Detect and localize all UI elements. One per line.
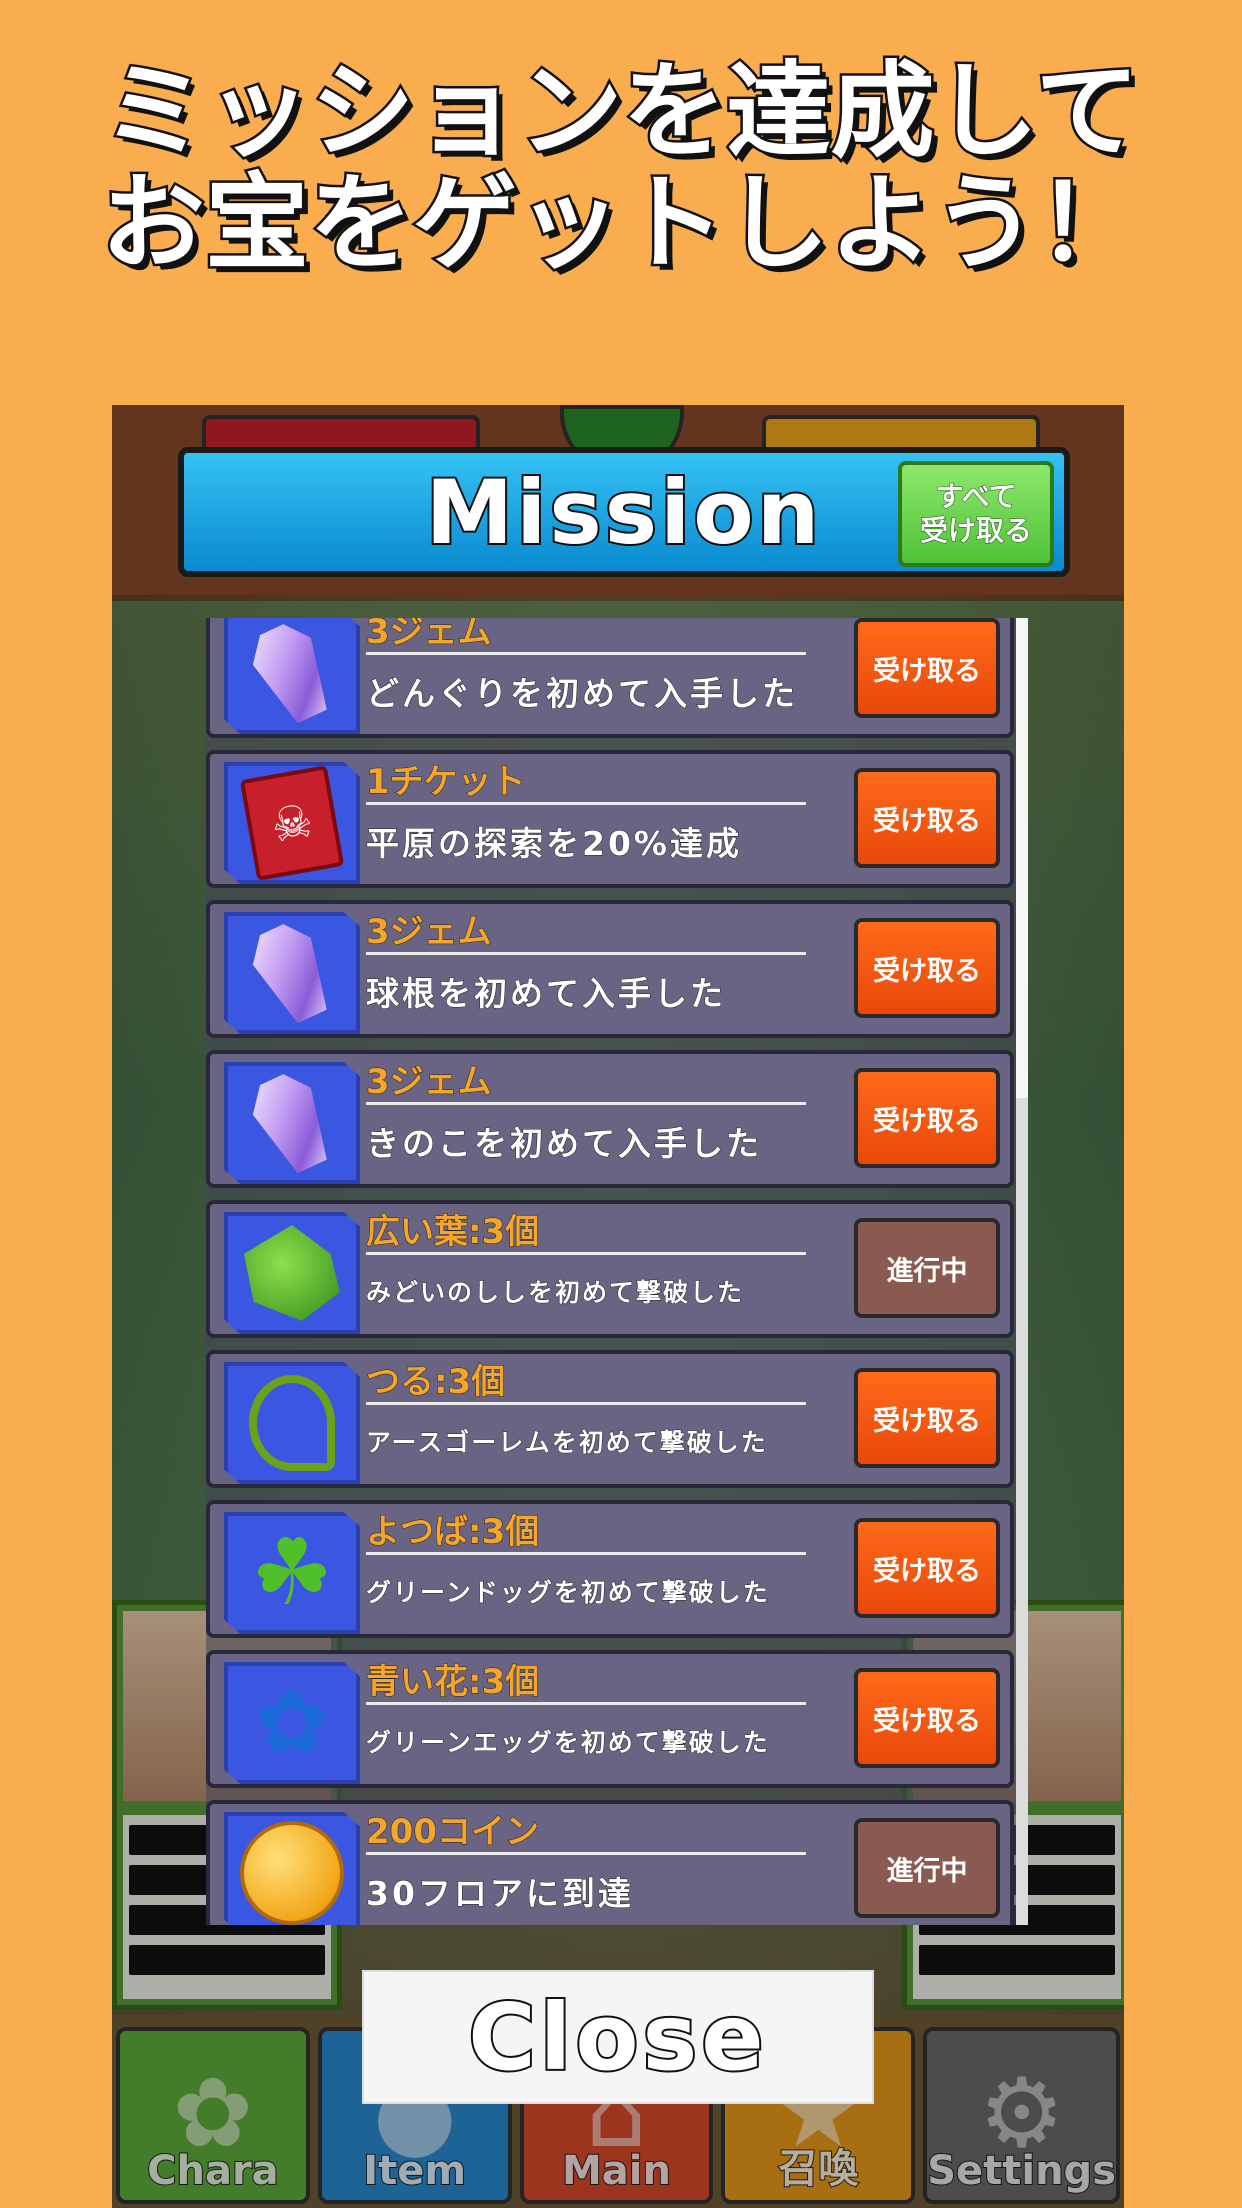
claim-button[interactable]: 受け取る [854, 918, 1000, 1018]
mission-reward: 青い花:3個 [366, 1654, 806, 1705]
headline-line-1: ミッションを達成して [100, 50, 1142, 172]
mission-reward: よつば:3個 [366, 1504, 806, 1555]
mission-description: 30フロアに到達 [366, 1874, 634, 1914]
coin-icon [240, 1821, 344, 1925]
mission-row: 3ジェム どんぐりを初めて入手した 受け取る [206, 618, 1014, 738]
gem-icon [243, 1066, 342, 1180]
mission-description: グリーンエッグを初めて撃破した [366, 1728, 770, 1758]
reward-icon-frame [224, 1362, 360, 1484]
claim-button[interactable]: 受け取る [854, 1068, 1000, 1168]
claim-button[interactable]: 受け取る [854, 1518, 1000, 1618]
mission-description: どんぐりを初めて入手した [366, 674, 798, 714]
claim-button[interactable]: 受け取る [854, 618, 1000, 718]
mission-row: ✿ 青い花:3個 グリーンエッグを初めて撃破した 受け取る [206, 1650, 1014, 1788]
claim-button[interactable]: 受け取る [854, 1368, 1000, 1468]
ticket-icon: ☠ [239, 765, 345, 881]
flower-icon: ✿ [255, 1673, 329, 1773]
mission-reward: 3ジェム [366, 618, 806, 655]
mission-row: 200コイン 30フロアに到達 進行中 [206, 1800, 1014, 1925]
reward-icon-frame: ✿ [224, 1662, 360, 1784]
mission-row: 広い葉:3個 みどいのししを初めて撃破した 進行中 [206, 1200, 1014, 1338]
headline-line-2: お宝をゲットしよう！ [98, 162, 1143, 284]
gem-icon [243, 916, 342, 1030]
reward-icon-frame [224, 618, 360, 734]
mission-description: グリーンドッグを初めて撃破した [366, 1578, 770, 1608]
mission-row: ☘ よつば:3個 グリーンドッグを初めて撃破した 受け取る [206, 1500, 1014, 1638]
in-progress-button: 進行中 [854, 1218, 1000, 1318]
mission-description: きのこを初めて入手した [366, 1124, 762, 1164]
reward-icon-frame [224, 1062, 360, 1184]
scrollbar-thumb[interactable] [1016, 618, 1028, 1098]
mission-description: アースゴーレムを初めて撃破した [366, 1428, 768, 1458]
reward-icon-frame: ☘ [224, 1512, 360, 1634]
mission-reward: 3ジェム [366, 1054, 806, 1105]
reward-icon-frame: ☠ [224, 762, 360, 884]
reward-icon-frame [224, 912, 360, 1034]
claim-button[interactable]: 受け取る [854, 768, 1000, 868]
mission-reward: つる:3個 [366, 1354, 806, 1405]
mission-row: 3ジェム 球根を初めて入手した 受け取る [206, 900, 1014, 1038]
mission-reward: 3ジェム [366, 904, 806, 955]
promo-headline: ミッションを達成して お宝をゲットしよう！ [0, 50, 1242, 284]
reward-icon-frame [224, 1212, 360, 1334]
mission-description: みどいのししを初めて撃破した [366, 1278, 745, 1308]
claim-all-label-line2: 受け取る [919, 514, 1032, 548]
clover-icon: ☘ [250, 1519, 334, 1626]
leaf-icon [244, 1225, 340, 1321]
mission-list[interactable]: 3ジェム どんぐりを初めて入手した 受け取る ☠ 1チケット 平原の探索を20%… [206, 618, 1028, 1925]
mission-description: 球根を初めて入手した [366, 974, 726, 1014]
gem-icon [243, 618, 342, 730]
mission-row: 3ジェム きのこを初めて入手した 受け取る [206, 1050, 1014, 1188]
in-progress-button: 進行中 [854, 1818, 1000, 1918]
mission-row: ☠ 1チケット 平原の探索を20%達成 受け取る [206, 750, 1014, 888]
claim-all-label-line1: すべて [935, 480, 1017, 514]
vine-icon [249, 1375, 335, 1471]
mission-reward: 広い葉:3個 [366, 1204, 806, 1255]
mission-description: 平原の探索を20%達成 [366, 824, 742, 864]
mission-row: つる:3個 アースゴーレムを初めて撃破した 受け取る [206, 1350, 1014, 1488]
close-button[interactable]: Close [362, 1970, 874, 2104]
claim-button[interactable]: 受け取る [854, 1668, 1000, 1768]
mission-header: Mission すべて 受け取る [178, 447, 1070, 577]
reward-icon-frame [224, 1812, 360, 1925]
mission-reward: 1チケット [366, 754, 806, 805]
claim-all-button[interactable]: すべて 受け取る [898, 461, 1054, 567]
mission-reward: 200コイン [366, 1804, 806, 1855]
mission-scrollbar[interactable] [1016, 618, 1028, 1925]
